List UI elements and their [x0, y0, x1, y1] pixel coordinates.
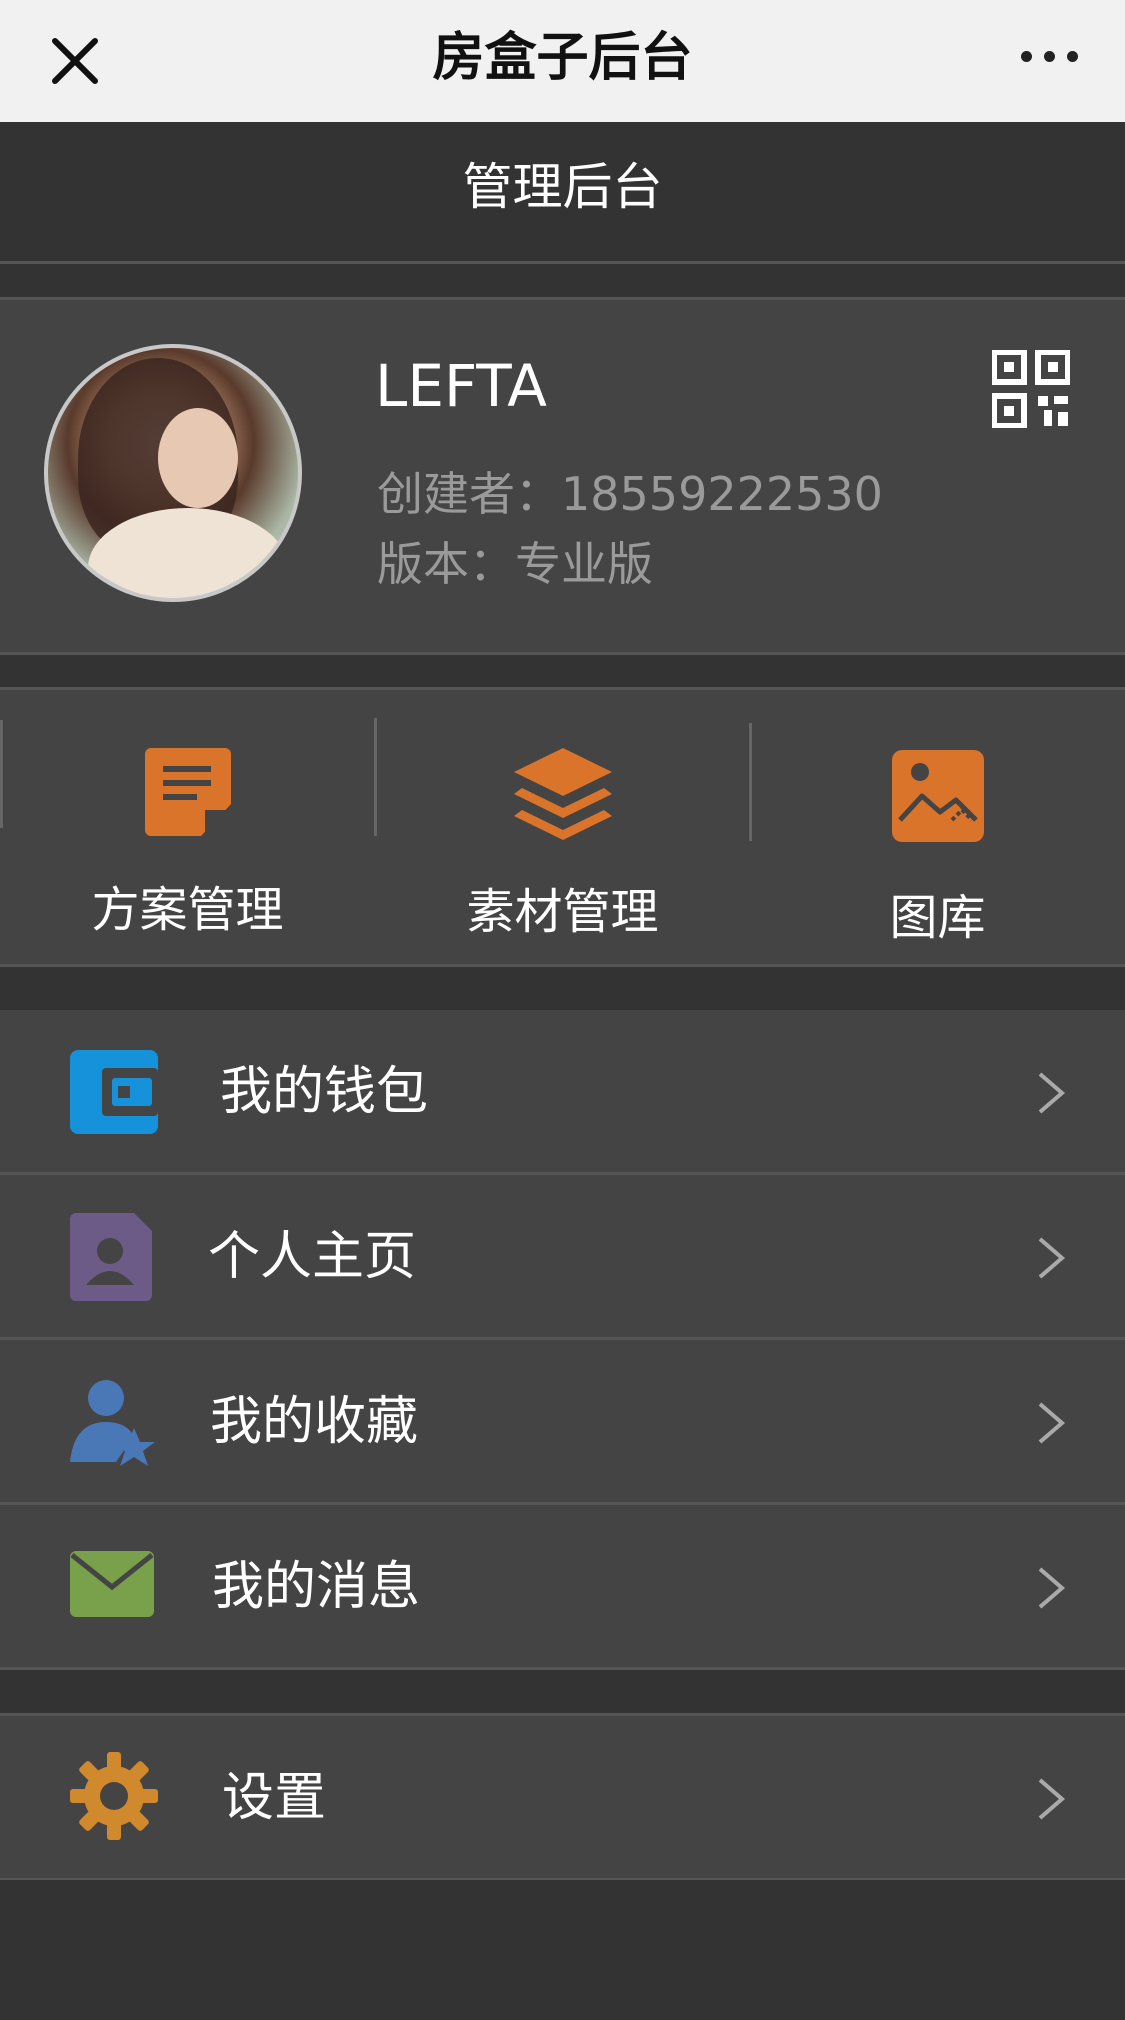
more-options-button[interactable] [1009, 26, 1089, 86]
menu-item-label: 个人主页 [208, 1227, 417, 1287]
menu-item-wallet[interactable]: 我的钱包 [0, 1010, 1125, 1175]
chevron-right-icon [1038, 1072, 1066, 1114]
menu-item-favorites[interactable]: 我的收藏 [0, 1340, 1125, 1505]
document-icon [144, 748, 231, 836]
mail-icon [70, 1551, 154, 1617]
page-footer-space [0, 1880, 1125, 2020]
page-title: 管理后台 [0, 122, 1125, 264]
chevron-right-icon [1038, 1237, 1066, 1279]
avatar[interactable] [44, 344, 302, 602]
favorite-user-icon [70, 1380, 155, 1466]
quick-action-plan[interactable]: 方案管理 [0, 690, 375, 970]
image-icon [891, 750, 984, 842]
chevron-right-icon [1038, 1567, 1066, 1609]
settings-section: 设置 [0, 1713, 1125, 1881]
title-bar: 房盒子后台 [0, 0, 1125, 122]
menu-item-label: 我的钱包 [220, 1062, 429, 1122]
chevron-right-icon [1038, 1778, 1066, 1820]
menu-item-label: 设置 [222, 1768, 327, 1828]
quick-action-label: 图库 [889, 890, 986, 946]
profile-version: 版本：专业版 [377, 537, 653, 591]
quick-action-material[interactable]: 素材管理 [375, 690, 750, 970]
quick-action-gallery[interactable]: 图库 [750, 690, 1125, 970]
quick-action-label: 素材管理 [466, 884, 659, 940]
gear-icon [70, 1752, 158, 1840]
profile-name: LEFTA [375, 352, 547, 420]
more-dot-icon [1066, 50, 1078, 62]
wallet-icon [70, 1050, 158, 1134]
more-dot-icon [1020, 50, 1032, 62]
quick-actions: 方案管理 素材管理 图库 [0, 687, 1125, 967]
qr-code-icon[interactable] [992, 350, 1070, 428]
menu-item-homepage[interactable]: 个人主页 [0, 1175, 1125, 1340]
menu-item-settings[interactable]: 设置 [0, 1716, 1125, 1881]
profile-creator: 创建者：18559222530 [377, 467, 883, 521]
profile-page-icon [70, 1213, 152, 1301]
window-title: 房盒子后台 [432, 28, 693, 88]
menu-item-label: 我的消息 [212, 1557, 421, 1617]
menu-item-label: 我的收藏 [210, 1392, 419, 1452]
menu-item-messages[interactable]: 我的消息 [0, 1505, 1125, 1670]
chevron-right-icon [1038, 1402, 1066, 1444]
menu-list: 我的钱包 个人主页 我的收藏 我的消息 [0, 1010, 1125, 1670]
quick-action-label: 方案管理 [91, 882, 284, 938]
more-dot-icon [1043, 50, 1055, 62]
layers-icon [513, 748, 612, 840]
